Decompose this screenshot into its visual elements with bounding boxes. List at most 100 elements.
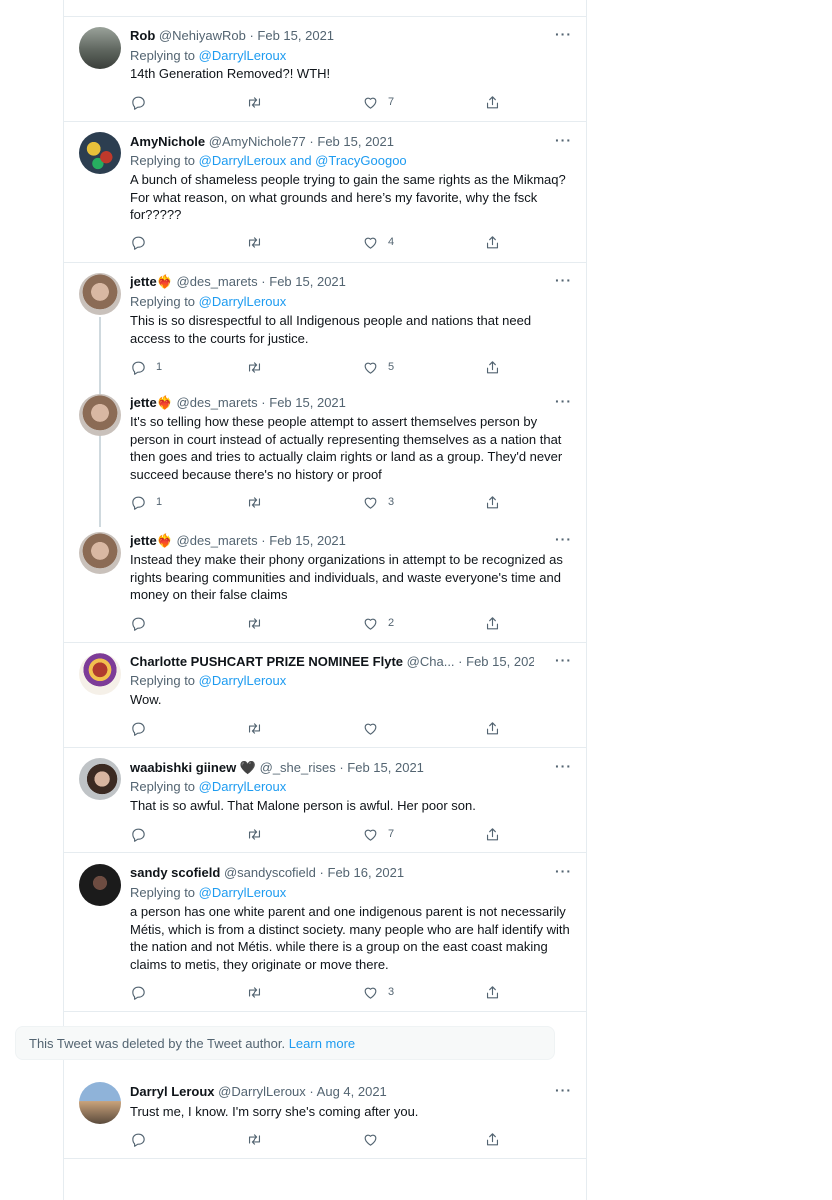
display-name[interactable]: Rob — [130, 28, 155, 43]
avatar[interactable] — [79, 132, 121, 174]
display-name[interactable]: Darryl Leroux — [130, 1084, 215, 1099]
reply-button[interactable] — [130, 233, 156, 251]
like-button[interactable]: 3 — [362, 983, 394, 1001]
display-name[interactable]: waabishki giinew 🖤 — [130, 760, 256, 775]
handle[interactable]: @des_marets — [177, 533, 258, 548]
like-button[interactable]: 4 — [362, 233, 394, 251]
display-name[interactable]: jette❤️‍🔥 — [130, 274, 173, 289]
retweet-button[interactable] — [246, 233, 272, 251]
share-button[interactable] — [484, 825, 501, 843]
timestamp[interactable]: Feb 15, 2021 — [466, 654, 534, 669]
more-options-icon[interactable]: ··· — [555, 758, 572, 774]
tweet[interactable]: Rob @NehiyawRob · Feb 15, 2021 ··· Reply… — [64, 17, 586, 122]
share-button[interactable] — [484, 93, 501, 111]
like-button[interactable]: 5 — [362, 358, 394, 376]
like-button[interactable] — [362, 719, 388, 737]
like-button[interactable]: 7 — [362, 825, 394, 843]
avatar[interactable] — [79, 27, 121, 69]
like-count: 5 — [388, 361, 395, 373]
replying-to-link[interactable]: @DarrylLeroux — [199, 885, 287, 900]
timestamp[interactable]: Feb 15, 2021 — [269, 395, 346, 410]
reply-button[interactable]: 1 — [130, 358, 162, 376]
display-name[interactable]: jette❤️‍🔥 — [130, 395, 173, 410]
timestamp[interactable]: Feb 15, 2021 — [347, 760, 424, 775]
handle[interactable]: @_she_rises — [260, 760, 336, 775]
more-options-icon[interactable]: ··· — [555, 531, 572, 547]
handle[interactable]: @des_marets — [177, 395, 258, 410]
tweet[interactable]: sandy scofield @sandyscofield · Feb 16, … — [64, 853, 586, 1012]
timestamp[interactable]: Feb 15, 2021 — [317, 134, 394, 149]
display-name[interactable]: Charlotte PUSHCART PRIZE NOMINEE Flyte — [130, 654, 403, 669]
replying-to-link[interactable]: @DarrylLeroux and @TracyGoogoo — [199, 153, 407, 168]
display-name[interactable]: sandy scofield — [130, 865, 220, 880]
share-button[interactable] — [484, 719, 501, 737]
timestamp[interactable]: Aug 4, 2021 — [317, 1084, 387, 1099]
more-options-icon[interactable]: ··· — [555, 652, 572, 668]
replying-to-link[interactable]: @DarrylLeroux — [199, 48, 287, 63]
replying-to-link[interactable]: @DarrylLeroux — [199, 673, 287, 688]
more-options-icon[interactable]: ··· — [555, 1082, 572, 1098]
display-name[interactable]: AmyNichole — [130, 134, 205, 149]
handle[interactable]: @Cha... — [407, 654, 455, 669]
retweet-button[interactable] — [246, 358, 272, 376]
like-button[interactable]: 2 — [362, 614, 394, 632]
avatar[interactable] — [79, 653, 121, 695]
tweet[interactable]: jette❤️‍🔥 @des_marets · Feb 15, 2021 ···… — [64, 523, 586, 643]
avatar[interactable] — [79, 758, 121, 800]
tweet[interactable]: jette❤️‍🔥 @des_marets · Feb 15, 2021 ···… — [64, 385, 586, 523]
share-button[interactable] — [484, 493, 501, 511]
handle[interactable]: @des_marets — [177, 274, 258, 289]
avatar[interactable] — [79, 532, 121, 574]
retweet-button[interactable] — [246, 93, 272, 111]
display-name[interactable]: jette❤️‍🔥 — [130, 533, 173, 548]
tweet[interactable]: waabishki giinew 🖤 @_she_rises · Feb 15,… — [64, 748, 586, 853]
reply-button[interactable] — [130, 825, 156, 843]
reply-button[interactable] — [130, 719, 156, 737]
timestamp[interactable]: Feb 16, 2021 — [328, 865, 405, 880]
reply-button[interactable] — [130, 93, 156, 111]
reply-button[interactable] — [130, 614, 156, 632]
avatar[interactable] — [79, 273, 121, 315]
share-button[interactable] — [484, 614, 501, 632]
timestamp[interactable]: Feb 15, 2021 — [269, 533, 346, 548]
retweet-button[interactable] — [246, 825, 272, 843]
reply-button[interactable] — [130, 983, 156, 1001]
avatar[interactable] — [79, 1082, 121, 1124]
handle[interactable]: @NehiyawRob — [159, 28, 246, 43]
replying-to: Replying to @DarrylLeroux and @TracyGoog… — [130, 153, 407, 169]
like-button[interactable] — [362, 1130, 388, 1148]
replying-to: Replying to @DarrylLeroux — [130, 294, 286, 310]
tweet[interactable]: Charlotte PUSHCART PRIZE NOMINEE Flyte @… — [64, 643, 586, 748]
share-button[interactable] — [484, 233, 501, 251]
replying-to-link[interactable]: @DarrylLeroux — [199, 294, 287, 309]
tweet[interactable]: jette❤️‍🔥 @des_marets · Feb 15, 2021 ···… — [64, 263, 586, 385]
reply-button[interactable] — [130, 1130, 156, 1148]
like-button[interactable]: 7 — [362, 93, 394, 111]
reply-button[interactable]: 1 — [130, 493, 162, 511]
timestamp[interactable]: Feb 15, 2021 — [269, 274, 346, 289]
tweet[interactable]: AmyNichole @AmyNichole77 · Feb 15, 2021 … — [64, 122, 586, 263]
handle[interactable]: @DarrylLeroux — [218, 1084, 306, 1099]
share-button[interactable] — [484, 983, 501, 1001]
replying-to-link[interactable]: @DarrylLeroux — [199, 779, 287, 794]
tweet[interactable]: Darryl Leroux @DarrylLeroux · Aug 4, 202… — [64, 1072, 586, 1159]
retweet-button[interactable] — [246, 493, 272, 511]
more-options-icon[interactable]: ··· — [555, 393, 572, 409]
avatar[interactable] — [79, 864, 121, 906]
more-options-icon[interactable]: ··· — [555, 26, 572, 42]
like-button[interactable]: 3 — [362, 493, 394, 511]
timestamp[interactable]: Feb 15, 2021 — [257, 28, 334, 43]
handle[interactable]: @AmyNichole77 — [209, 134, 306, 149]
retweet-button[interactable] — [246, 614, 272, 632]
more-options-icon[interactable]: ··· — [555, 863, 572, 879]
share-button[interactable] — [484, 1130, 501, 1148]
more-options-icon[interactable]: ··· — [555, 272, 572, 288]
retweet-button[interactable] — [246, 719, 272, 737]
retweet-button[interactable] — [246, 983, 272, 1001]
share-button[interactable] — [484, 358, 501, 376]
retweet-button[interactable] — [246, 1130, 272, 1148]
more-options-icon[interactable]: ··· — [555, 132, 572, 148]
learn-more-link[interactable]: Learn more — [289, 1036, 355, 1051]
avatar[interactable] — [79, 394, 121, 436]
handle[interactable]: @sandyscofield — [224, 865, 316, 880]
